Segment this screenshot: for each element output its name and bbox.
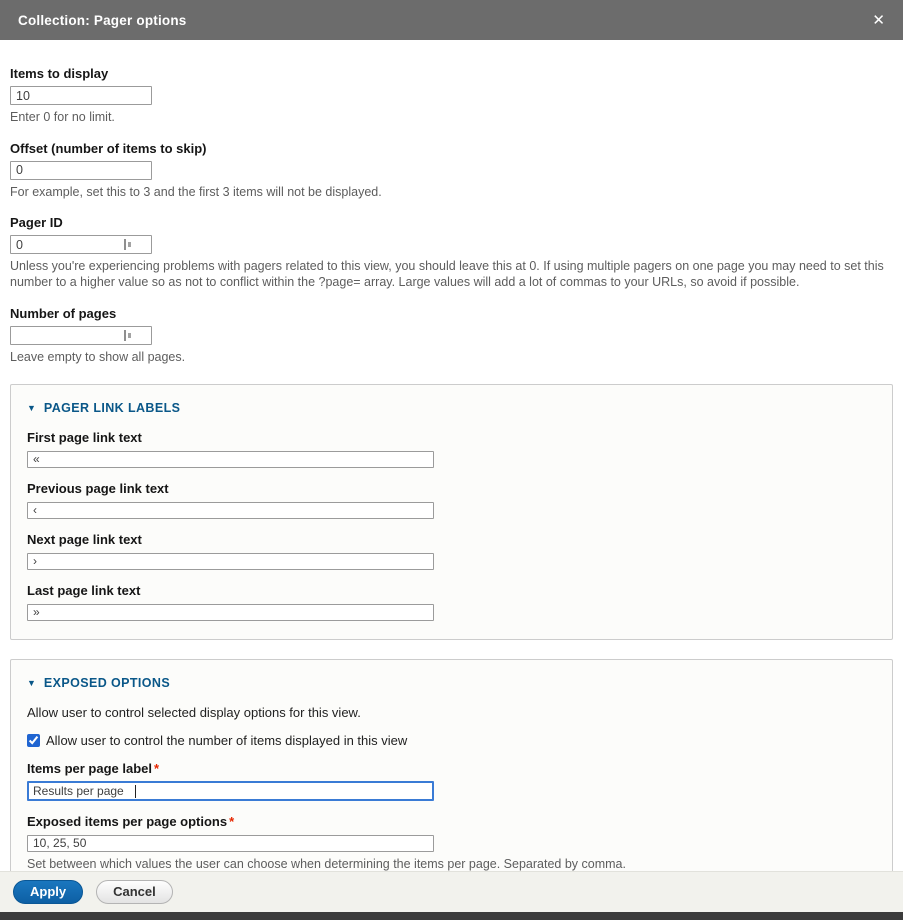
form-item-pager-id: Pager ID Unless you're experiencing prob… <box>10 215 893 290</box>
items-to-display-input[interactable] <box>10 86 152 105</box>
form-item-next-page-link: Next page link text <box>27 532 876 570</box>
cancel-button[interactable]: Cancel <box>96 880 173 904</box>
pager-id-label: Pager ID <box>10 215 893 230</box>
required-asterisk: * <box>227 814 234 829</box>
pager-id-help: Unless you're experiencing problems with… <box>10 259 890 290</box>
offset-input[interactable] <box>10 161 152 180</box>
dialog-body: Items to display Enter 0 for no limit. O… <box>0 40 903 871</box>
previous-page-link-input[interactable] <box>27 502 434 519</box>
number-of-pages-help: Leave empty to show all pages. <box>10 350 890 366</box>
next-page-link-input[interactable] <box>27 553 434 570</box>
fieldset-pager-link-labels: ▼ PAGER LINK LABELS First page link text… <box>10 384 893 640</box>
close-icon[interactable]: ✕ <box>872 13 885 28</box>
pager-options-dialog: Collection: Pager options ✕ Items to dis… <box>0 0 903 920</box>
number-spinner-icon[interactable] <box>124 330 133 341</box>
last-page-link-label: Last page link text <box>27 583 876 598</box>
form-item-previous-page-link: Previous page link text <box>27 481 876 519</box>
items-per-page-label-label: Items per page label* <box>27 761 876 776</box>
items-to-display-help: Enter 0 for no limit. <box>10 110 890 126</box>
exposed-items-options-label: Exposed items per page options* <box>27 814 876 829</box>
next-page-link-label: Next page link text <box>27 532 876 547</box>
last-page-link-input[interactable] <box>27 604 434 621</box>
exposed-options-description: Allow user to control selected display o… <box>27 705 876 720</box>
fieldset-legend-exposed-options[interactable]: ▼ EXPOSED OPTIONS <box>27 676 876 690</box>
form-item-last-page-link: Last page link text <box>27 583 876 621</box>
exposed-items-options-help: Set between which values the user can ch… <box>27 857 876 871</box>
form-item-items-per-page-label: Items per page label* <box>27 761 876 801</box>
exposed-items-options-input[interactable] <box>27 835 434 852</box>
form-item-items-to-display: Items to display Enter 0 for no limit. <box>10 66 893 126</box>
form-item-offset: Offset (number of items to skip) For exa… <box>10 141 893 201</box>
required-asterisk: * <box>152 761 159 776</box>
dialog-footer: Apply Cancel <box>0 871 903 912</box>
legend-text: EXPOSED OPTIONS <box>44 676 170 690</box>
form-item-first-page-link: First page link text <box>27 430 876 468</box>
items-per-page-label-input[interactable] <box>27 781 434 801</box>
offset-label: Offset (number of items to skip) <box>10 141 893 156</box>
control-items-checkbox[interactable] <box>27 734 40 747</box>
text-caret <box>135 785 136 798</box>
background-page-strip <box>0 912 903 920</box>
number-of-pages-label: Number of pages <box>10 306 893 321</box>
previous-page-link-label: Previous page link text <box>27 481 876 496</box>
dialog-title: Collection: Pager options <box>18 13 187 28</box>
collapse-arrow-icon: ▼ <box>27 679 36 688</box>
checkbox-row-control-items: Allow user to control the number of item… <box>27 733 876 748</box>
form-item-exposed-items-options: Exposed items per page options* Set betw… <box>27 814 876 871</box>
dialog-header[interactable]: Collection: Pager options ✕ <box>0 0 903 40</box>
number-spinner-icon[interactable] <box>124 239 133 250</box>
first-page-link-label: First page link text <box>27 430 876 445</box>
apply-button[interactable]: Apply <box>13 880 83 904</box>
fieldset-exposed-options: ▼ EXPOSED OPTIONS Allow user to control … <box>10 659 893 871</box>
first-page-link-input[interactable] <box>27 451 434 468</box>
offset-help: For example, set this to 3 and the first… <box>10 185 890 201</box>
control-items-checkbox-label: Allow user to control the number of item… <box>46 733 407 748</box>
legend-text: PAGER LINK LABELS <box>44 401 180 415</box>
collapse-arrow-icon: ▼ <box>27 404 36 413</box>
form-item-number-of-pages: Number of pages Leave empty to show all … <box>10 306 893 366</box>
items-to-display-label: Items to display <box>10 66 893 81</box>
fieldset-legend-pager-link-labels[interactable]: ▼ PAGER LINK LABELS <box>27 401 876 415</box>
